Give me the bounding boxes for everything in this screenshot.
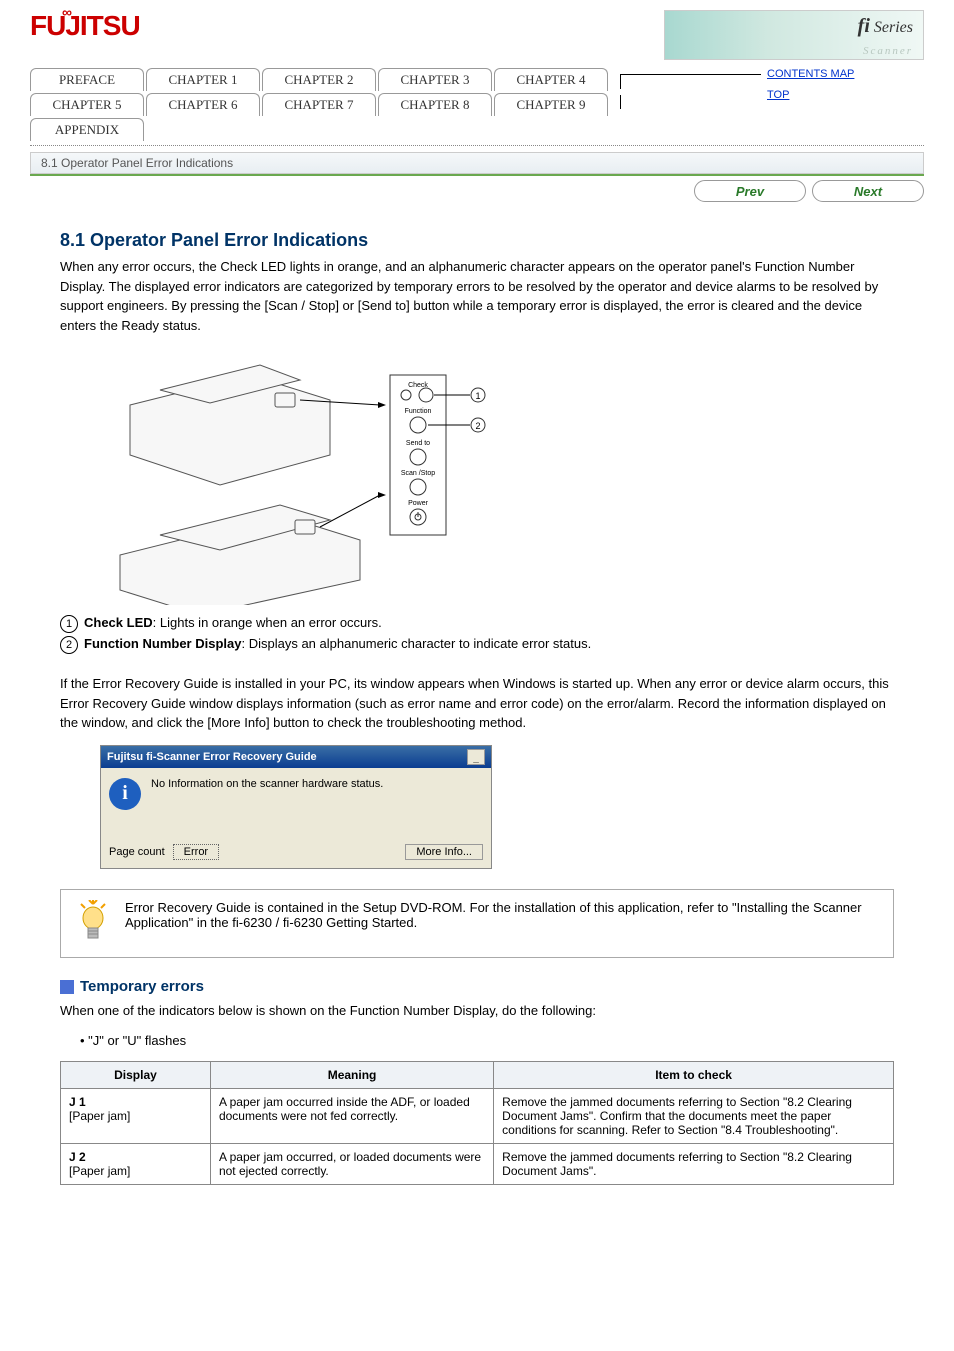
dialog-titlebar: Fujitsu fi-Scanner Error Recovery Guide … xyxy=(101,746,491,768)
info-icon: i xyxy=(109,778,141,810)
bullet-item: "J" or "U" flashes xyxy=(80,1033,894,1048)
svg-text:2: 2 xyxy=(475,421,480,431)
bullet-list: "J" or "U" flashes xyxy=(60,1033,894,1048)
svg-text:Power: Power xyxy=(408,500,429,507)
paragraph-2: If the Error Recovery Guide is installed… xyxy=(60,674,894,733)
scanner-diagram: Check 1 Function 2 Send to Scan /Stop Po… xyxy=(100,345,500,605)
prev-button[interactable]: Prev xyxy=(694,180,806,202)
bracket-icon xyxy=(620,74,761,89)
callout-1-text: Check LED: Lights in orange when an erro… xyxy=(84,615,382,630)
table-row: J 1[Paper jam] A paper jam occurred insi… xyxy=(61,1089,894,1144)
blue-square-icon xyxy=(60,980,74,994)
nav: PREFACE CHAPTER 1 CHAPTER 2 CHAPTER 3 CH… xyxy=(0,60,954,143)
next-button[interactable]: Next xyxy=(812,180,924,202)
fujitsu-logo: ∞ FUJITSU xyxy=(30,10,140,42)
dialog-message: No Information on the scanner hardware s… xyxy=(151,778,383,790)
svg-text:1: 1 xyxy=(475,391,480,401)
svg-text:Scan /Stop: Scan /Stop xyxy=(401,470,435,477)
callout-1-icon: 1 xyxy=(60,615,78,633)
minimize-icon[interactable]: _ xyxy=(467,749,485,765)
section-bar: 8.1 Operator Panel Error Indications xyxy=(30,152,924,174)
tab-chapter-6[interactable]: CHAPTER 6 xyxy=(146,93,260,116)
logo-text: FUJITSU xyxy=(30,10,140,41)
prev-next-nav: Prev Next xyxy=(0,176,954,206)
tab-chapter-8[interactable]: CHAPTER 8 xyxy=(378,93,492,116)
tab-chapter-5[interactable]: CHAPTER 5 xyxy=(30,93,144,116)
fi-series-banner: fi Series Scanner xyxy=(664,10,924,60)
error-table: Display Meaning Item to check J 1[Paper … xyxy=(60,1061,894,1185)
tab-chapter-4[interactable]: CHAPTER 4 xyxy=(494,68,608,91)
tab-chapter-3[interactable]: CHAPTER 3 xyxy=(378,68,492,91)
divider xyxy=(30,145,924,146)
main-content: 8.1 Operator Panel Error Indications Whe… xyxy=(0,206,954,1225)
callout-2-icon: 2 xyxy=(60,636,78,654)
link-contents-map[interactable]: CONTENTS MAP xyxy=(767,68,854,80)
tab-chapter-2[interactable]: CHAPTER 2 xyxy=(262,68,376,91)
col-item: Item to check xyxy=(494,1062,894,1089)
lightbulb-icon xyxy=(75,900,111,947)
col-meaning: Meaning xyxy=(210,1062,493,1089)
hint-box: Error Recovery Guide is contained in the… xyxy=(60,889,894,958)
page-count-label: Page count xyxy=(109,846,165,858)
tab-preface[interactable]: PREFACE xyxy=(30,68,144,91)
error-button[interactable]: Error xyxy=(173,844,219,860)
intro-paragraph: When any error occurs, the Check LED lig… xyxy=(60,257,894,335)
callouts: 1 Check LED: Lights in orange when an er… xyxy=(60,615,894,654)
error-recovery-dialog: Fujitsu fi-Scanner Error Recovery Guide … xyxy=(100,745,492,869)
dialog-title-text: Fujitsu fi-Scanner Error Recovery Guide xyxy=(107,751,317,763)
callout-2-text: Function Number Display: Displays an alp… xyxy=(84,636,591,651)
tab-chapter-7[interactable]: CHAPTER 7 xyxy=(262,93,376,116)
svg-text:Send to: Send to xyxy=(406,440,430,447)
tab-chapter-1[interactable]: CHAPTER 1 xyxy=(146,68,260,91)
link-top[interactable]: TOP xyxy=(767,89,789,101)
sub-paragraph: When one of the indicators below is show… xyxy=(60,1001,894,1021)
svg-text:Function: Function xyxy=(405,408,432,415)
table-row: J 2[Paper jam] A paper jam occurred, or … xyxy=(61,1144,894,1185)
col-display: Display xyxy=(61,1062,211,1089)
sub-title: Temporary errors xyxy=(60,978,894,995)
hint-text: Error Recovery Guide is contained in the… xyxy=(125,900,879,930)
logo-infinity-icon: ∞ xyxy=(62,4,71,20)
tab-chapter-9[interactable]: CHAPTER 9 xyxy=(494,93,608,116)
header: ∞ FUJITSU fi Series Scanner xyxy=(0,0,954,60)
more-info-button[interactable]: More Info... xyxy=(405,844,483,860)
bracket-icon-2 xyxy=(620,95,761,109)
tab-appendix[interactable]: APPENDIX xyxy=(30,118,144,141)
page-title: 8.1 Operator Panel Error Indications xyxy=(60,230,894,251)
